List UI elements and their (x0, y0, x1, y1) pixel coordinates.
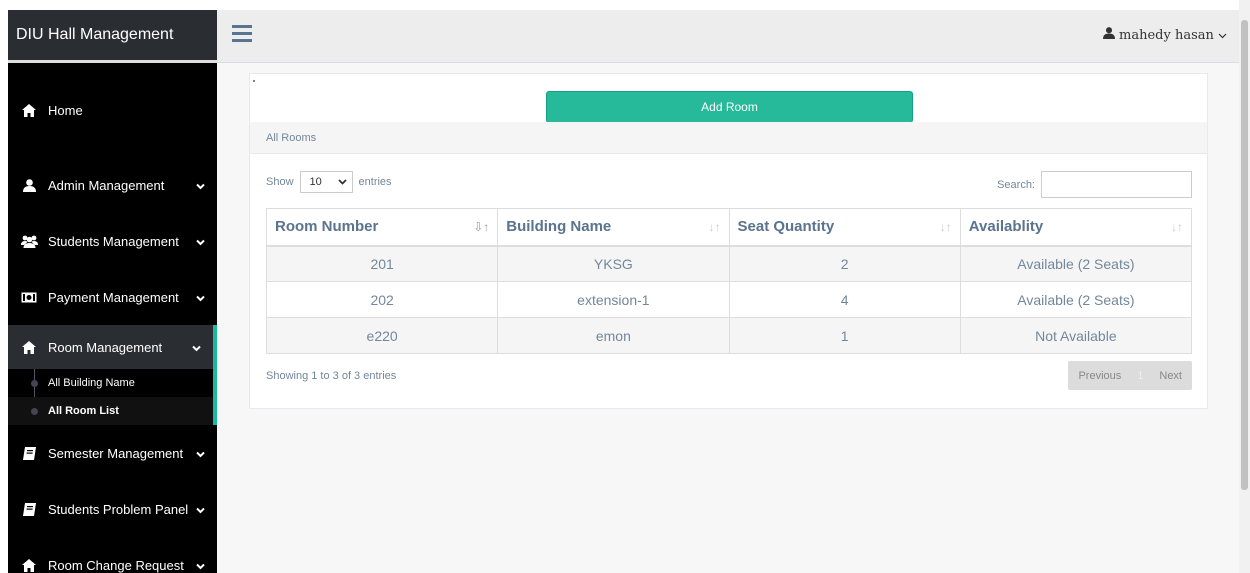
cell-availability: Available (2 Seats) (959, 245, 1193, 282)
sidebar-item-label: Payment Management (48, 289, 179, 305)
sidebar-item-label: Semester Management (48, 445, 184, 461)
next-button[interactable]: Next (1149, 370, 1192, 382)
sidebar: Home Admin Management Students Managemen… (8, 63, 217, 573)
scrollbar-thumb[interactable] (1241, 20, 1248, 490)
chevron-down-icon (337, 176, 347, 188)
show-label: Show (266, 176, 294, 188)
pagination: Previous 1 Next (1068, 361, 1192, 390)
table-row: 202 extension-1 4 Available (2 Seats) (265, 281, 1193, 318)
subitem-label: All Room List (48, 405, 119, 417)
chevron-down-icon (192, 340, 201, 355)
chevron-down-icon (196, 558, 205, 573)
sort-icon: ↓↑ (708, 220, 721, 234)
entries-value: 10 (309, 176, 322, 188)
top-navbar: mahedy hasan (217, 10, 1239, 63)
room-submenu: All Building Name All Room List (8, 369, 217, 425)
table-row: 201 YKSG 2 Available (2 Seats) (265, 245, 1193, 282)
main-content: Add Room All Rooms Show 10 entries Searc… (217, 63, 1239, 573)
table-info: Showing 1 to 3 of 3 entries (266, 370, 397, 382)
home-icon (20, 558, 38, 572)
sidebar-item-label: Room Change Request (48, 557, 184, 573)
chevron-down-icon (1218, 28, 1227, 43)
page: DIU Hall Management Home Admin Managemen… (0, 0, 1250, 573)
user-icon (1102, 27, 1119, 43)
sidebar-item-label: Admin Management (48, 177, 165, 193)
column-header-seat-quantity[interactable]: Seat Quantity ↓↑ (728, 208, 961, 247)
chevron-down-icon (196, 290, 205, 305)
sidebar-item-label: Students Management (48, 233, 179, 249)
sidebar-item-students[interactable]: Students Management (8, 213, 217, 269)
brand-title: DIU Hall Management (16, 26, 174, 43)
home-icon (20, 340, 38, 354)
users-icon (20, 235, 38, 248)
book-icon (20, 502, 38, 516)
sort-asc-icon: ⇩↑ (473, 220, 490, 234)
cell-seat-quantity: 4 (728, 281, 961, 318)
menu-toggle-icon[interactable] (232, 25, 252, 46)
page-number-button[interactable]: 1 (1131, 370, 1149, 382)
table-row: e220 emon 1 Not Available (265, 317, 1193, 354)
sidebar-item-problem-panel[interactable]: Students Problem Panel (8, 481, 217, 537)
sidebar-item-label: Room Management (48, 339, 163, 355)
sidebar-item-payment[interactable]: Payment Management (8, 269, 217, 325)
cell-availability: Available (2 Seats) (959, 281, 1193, 318)
rooms-panel: Add Room All Rooms Show 10 entries Searc… (249, 73, 1208, 409)
book-icon (20, 446, 38, 460)
chevron-down-icon (196, 446, 205, 461)
app-brand[interactable]: DIU Hall Management (8, 10, 217, 63)
sidebar-item-label: Students Problem Panel (48, 501, 189, 517)
sidebar-item-room-change[interactable]: Room Change Request (8, 537, 217, 573)
cell-building-name: emon (497, 317, 730, 354)
cell-room-number: e220 (265, 317, 499, 354)
entries-label: entries (358, 176, 392, 188)
scrollbar[interactable] (1239, 0, 1250, 573)
subitem-label: All Building Name (48, 377, 135, 389)
panel-title: All Rooms (250, 122, 1207, 154)
sidebar-item-room[interactable]: Room Management (8, 325, 217, 369)
cell-room-number: 202 (265, 281, 499, 318)
sort-icon: ↓↑ (939, 220, 952, 234)
sidebar-item-home[interactable]: Home (8, 63, 217, 157)
cell-seat-quantity: 2 (728, 245, 961, 282)
money-icon (20, 292, 38, 303)
bullet-icon (31, 380, 38, 387)
entries-select[interactable]: 10 (299, 171, 353, 193)
search-input[interactable] (1041, 171, 1192, 198)
chevron-down-icon (196, 234, 205, 249)
column-header-room-number[interactable]: Room Number ⇩↑ (265, 208, 499, 247)
chevron-down-icon (196, 502, 205, 517)
sort-icon: ↓↑ (1171, 220, 1183, 234)
add-room-button[interactable]: Add Room (546, 91, 913, 123)
sidebar-item-admin[interactable]: Admin Management (8, 157, 217, 213)
chevron-down-icon (196, 178, 205, 193)
table-search: Search: (997, 171, 1192, 198)
sidebar-item-label: Home (48, 102, 83, 118)
home-icon (20, 103, 38, 117)
cell-room-number: 201 (265, 245, 499, 282)
rooms-table: Room Number ⇩↑ Building Name ↓↑ Seat Quant… (265, 208, 1193, 354)
table-header-row: Room Number ⇩↑ Building Name ↓↑ Seat Quant… (265, 208, 1193, 247)
cell-building-name: YKSG (497, 245, 730, 282)
entries-length-control: Show 10 entries (266, 171, 392, 193)
column-header-building-name[interactable]: Building Name ↓↑ (497, 208, 730, 247)
user-icon (20, 178, 38, 192)
user-menu[interactable]: mahedy hasan (1102, 27, 1227, 43)
previous-button[interactable]: Previous (1068, 370, 1131, 382)
bullet-icon (31, 408, 38, 415)
cell-availability: Not Available (959, 317, 1193, 354)
cell-seat-quantity: 1 (728, 317, 961, 354)
user-name: mahedy hasan (1119, 28, 1214, 43)
sidebar-subitem-all-room-list[interactable]: All Room List (8, 397, 213, 425)
search-label: Search: (997, 178, 1035, 191)
sidebar-item-semester[interactable]: Semester Management (8, 425, 217, 481)
sidebar-subitem-all-building[interactable]: All Building Name (8, 369, 213, 397)
cell-building-name: extension-1 (497, 281, 730, 318)
column-header-availability[interactable]: Availablity ↓↑ (959, 208, 1193, 247)
